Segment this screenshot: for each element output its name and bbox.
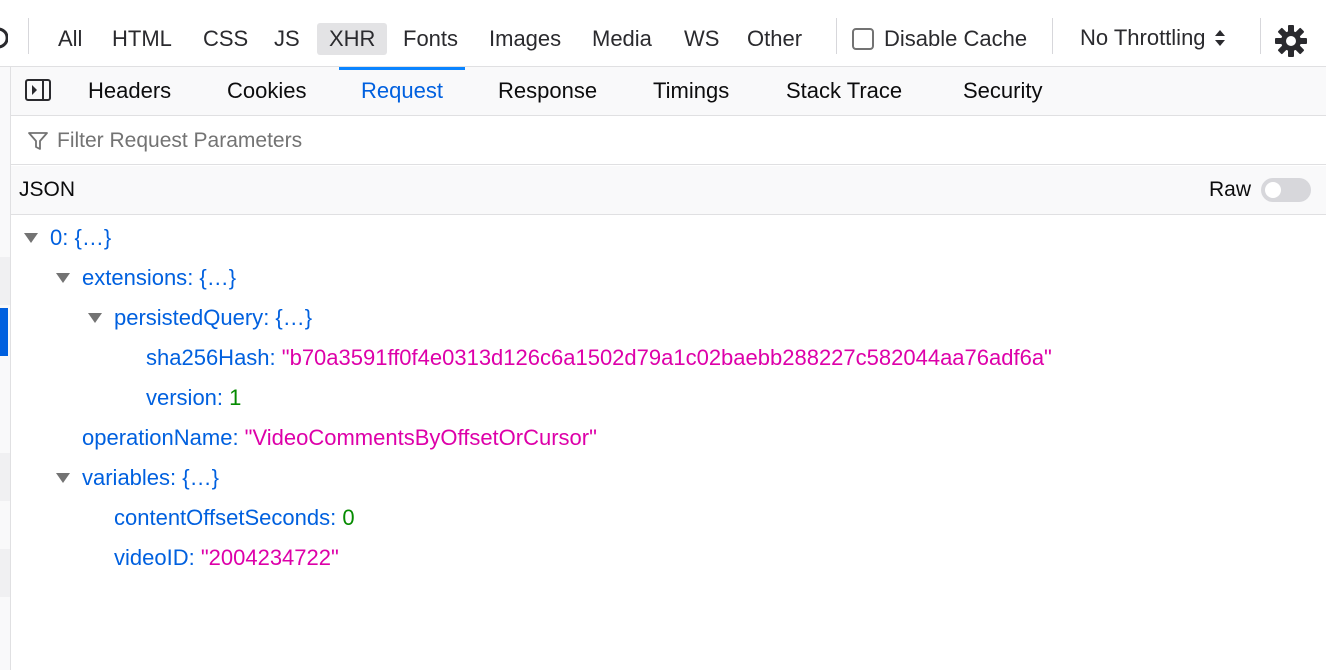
tab-timings[interactable]: Timings [653, 67, 729, 115]
json-section-header: JSON Raw [11, 166, 1326, 215]
toolbar-divider [1260, 18, 1261, 54]
details-tabbar: Headers Cookies Request Response Timings… [11, 67, 1326, 116]
tree-number-value: 0 [342, 505, 355, 530]
tab-security[interactable]: Security [963, 67, 1042, 115]
json-section-title: JSON [19, 178, 76, 201]
disable-cache-label: Disable Cache [884, 26, 1028, 51]
tree-key: videoID [114, 545, 189, 570]
raw-toggle-switch[interactable] [1261, 178, 1311, 202]
toolbar-divider [28, 18, 29, 54]
filter-type-html[interactable]: HTML [100, 23, 184, 55]
request-list-edge [0, 67, 11, 670]
tree-key: contentOffsetSeconds [114, 505, 331, 530]
expand-arrow-icon[interactable] [88, 313, 102, 323]
filter-request-params [11, 116, 1326, 165]
filter-type-ws[interactable]: WS [672, 23, 731, 55]
tree-key: operationName [82, 425, 233, 450]
filter-type-all[interactable]: All [46, 23, 94, 55]
tree-string-value: "VideoCommentsByOffsetOrCursor" [244, 425, 597, 450]
updown-arrows-icon [1214, 30, 1225, 46]
filter-type-js[interactable]: JS [262, 23, 312, 55]
request-row[interactable] [0, 257, 10, 305]
tree-key: variables [82, 465, 171, 490]
tree-key: 0 [50, 225, 63, 250]
tree-string-value: "b70a3591ff0f4e0313d126c6a1502d79a1c02ba… [281, 345, 1052, 370]
gear-icon[interactable] [1274, 24, 1308, 58]
expand-arrow-icon[interactable] [56, 273, 70, 283]
filter-type-images[interactable]: Images [477, 23, 573, 55]
filter-params-input[interactable] [55, 124, 1259, 158]
tree-value: {…} [199, 265, 237, 290]
expand-arrow-icon[interactable] [56, 473, 70, 483]
filter-type-fonts[interactable]: Fonts [391, 23, 470, 55]
tree-string-value: "2004234722" [200, 545, 339, 570]
tree-number-value: 1 [229, 385, 242, 410]
toggle-knob [1265, 182, 1281, 198]
tab-response[interactable]: Response [498, 67, 597, 115]
filter-type-xhr[interactable]: XHR [317, 23, 388, 55]
filter-type-css[interactable]: CSS [191, 23, 260, 55]
selected-request-indicator[interactable] [0, 308, 8, 356]
toolbar-divider [836, 18, 837, 54]
tree-key: version [146, 385, 217, 410]
tab-stack-trace[interactable]: Stack Trace [786, 67, 902, 115]
tree-value: {…} [74, 225, 112, 250]
sidebar-toggle-icon[interactable] [25, 79, 51, 101]
request-row[interactable] [0, 549, 10, 597]
tab-cookies[interactable]: Cookies [227, 67, 306, 115]
disable-cache-checkbox[interactable]: Disable Cache [852, 24, 1027, 54]
tree-key: sha256Hash [146, 345, 270, 370]
filter-type-other[interactable]: Other [735, 23, 814, 55]
throttling-value: No Throttling [1080, 25, 1206, 50]
tree-key: extensions [82, 265, 188, 290]
expand-arrow-icon[interactable] [24, 233, 38, 243]
funnel-icon [28, 132, 48, 150]
tab-request[interactable]: Request [339, 67, 465, 115]
tab-headers[interactable]: Headers [88, 67, 171, 115]
tree-key: persistedQuery [114, 305, 264, 330]
tree-value: {…} [275, 305, 313, 330]
request-row[interactable] [0, 453, 10, 501]
reload-icon[interactable] [0, 27, 8, 49]
toolbar-divider [1052, 18, 1053, 54]
request-type-filter-bar: All HTML CSS JS XHR Fonts Images Media W… [0, 8, 1326, 67]
throttling-select[interactable]: No Throttling [1080, 22, 1226, 54]
tree-value: {…} [182, 465, 219, 490]
filter-type-media[interactable]: Media [580, 23, 664, 55]
checkbox-box[interactable] [852, 28, 874, 50]
raw-toggle-label: Raw [1209, 178, 1252, 201]
